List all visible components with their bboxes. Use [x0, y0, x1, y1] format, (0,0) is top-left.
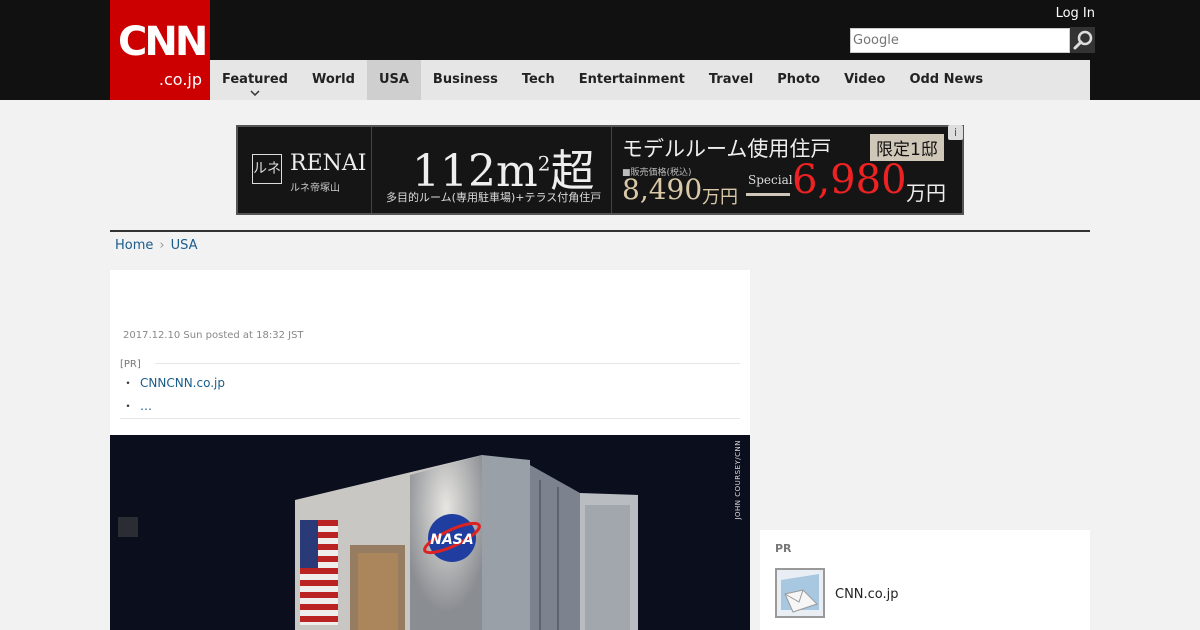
pr-link[interactable]: ・ CNNCNN.co.jp — [122, 374, 225, 391]
nav-photo[interactable]: Photo — [765, 60, 832, 100]
nav-world[interactable]: World — [300, 60, 367, 100]
ad-banner[interactable]: ルネ RENAI ルネ帝塚山 112m2超 多目的ルーム(専用駐車場)+テラス付… — [236, 125, 964, 215]
search-icon — [1073, 30, 1093, 50]
nav-label: Featured — [222, 72, 288, 87]
breadcrumb-home[interactable]: Home — [115, 238, 153, 253]
pr-label: [PR] — [120, 359, 141, 370]
ad-special: Special — [748, 173, 793, 187]
main-nav: Featured World USA Business Tech Enterta… — [210, 60, 1090, 100]
chevron-down-icon — [250, 90, 260, 96]
chevron-right-icon: › — [159, 238, 165, 253]
pr-link-text: … — [140, 399, 153, 413]
sidebar-pr-box: PR CNN.co.jp — [760, 530, 1090, 630]
nav-usa[interactable]: USA — [366, 60, 421, 100]
breadcrumb-rule — [110, 230, 1090, 232]
breadcrumb: Home › USA — [115, 238, 198, 253]
ad-brand-block: ルネ RENAI ルネ帝塚山 — [238, 127, 372, 213]
article-card: 2017.12.10 Sun posted at 18:32 JST [PR] … — [110, 270, 750, 435]
logo-text: CNN — [118, 19, 208, 65]
photo-credit: JOHN COURSEY/CNN — [734, 440, 742, 520]
ad-price-old: 8,490 — [622, 173, 703, 206]
ad-brand: RENAI — [290, 151, 367, 176]
nav-travel[interactable]: Travel — [697, 60, 765, 100]
sidebar-pr-label: PR — [775, 542, 792, 555]
envelope-icon — [777, 570, 823, 616]
search-input[interactable] — [850, 28, 1070, 53]
nav-video[interactable]: Video — [832, 60, 897, 100]
ad-area-sup: 2 — [537, 151, 551, 176]
ad-price-new-unit: 万円 — [906, 181, 946, 205]
nav-business[interactable]: Business — [421, 60, 510, 100]
ad-arrow — [746, 193, 790, 196]
article-photo: NASA JOHN COURSEY/CNN — [110, 435, 750, 630]
svg-text:NASA: NASA — [430, 532, 473, 548]
ad-brand-mark: ルネ — [252, 154, 282, 184]
ad-info-icon[interactable]: i — [948, 125, 963, 140]
cnn-logo[interactable]: CNN .co.jp — [110, 0, 210, 100]
breadcrumb-usa[interactable]: USA — [171, 238, 198, 253]
ad-price-new: 6,980 — [792, 157, 907, 203]
sidebar-pr-link[interactable]: CNN.co.jp — [835, 587, 899, 602]
pr-thumbnail[interactable] — [775, 568, 825, 618]
nav-entertainment[interactable]: Entertainment — [567, 60, 697, 100]
logo-domain: .co.jp — [158, 70, 202, 89]
pr-link-text: CNNCNN.co.jp — [140, 376, 225, 390]
photo-scene: NASA — [110, 435, 750, 630]
article-date: 2017.12.10 Sun posted at 18:32 JST — [123, 330, 304, 341]
bullet: ・ — [122, 376, 135, 390]
login-link[interactable]: Log In — [1056, 6, 1095, 21]
search-button[interactable] — [1070, 27, 1095, 53]
divider — [120, 418, 740, 419]
nav-featured[interactable]: Featured — [210, 60, 300, 100]
ad-price-block: モデルルーム使用住戸 限定1邸 ■販売価格(税込) 8,490 万円 Speci… — [612, 127, 962, 213]
pr-link[interactable]: ・… — [122, 397, 152, 414]
ad-area-block: 112m2超 多目的ルーム(専用駐車場)+テラス付角住戸 — [372, 127, 612, 213]
nav-tech[interactable]: Tech — [510, 60, 567, 100]
divider — [155, 363, 740, 364]
ad-area-sub: 多目的ルーム(専用駐車場)+テラス付角住戸 — [386, 191, 602, 204]
bullet: ・ — [122, 399, 135, 413]
nav-odd-news[interactable]: Odd News — [897, 60, 995, 100]
ad-price-old-unit: 万円 — [702, 187, 738, 208]
ad-brand-sub: ルネ帝塚山 — [290, 183, 340, 194]
